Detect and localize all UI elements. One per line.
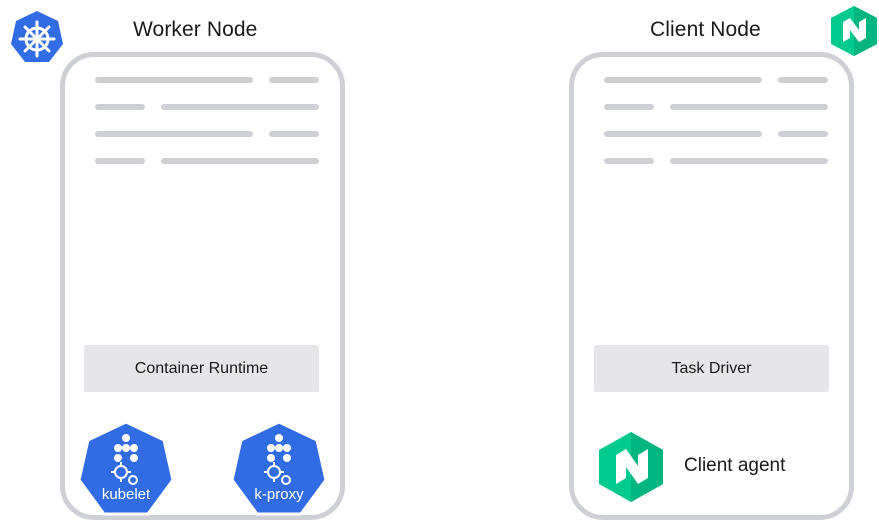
kubernetes-logo-icon (8, 9, 66, 67)
placeholder-line (95, 77, 253, 83)
kubelet-label: kubelet (101, 486, 151, 503)
worker-node-title: Worker Node (133, 18, 258, 41)
nomad-agent-icon (597, 430, 665, 504)
placeholder-line (604, 77, 762, 83)
placeholder-line (670, 104, 828, 110)
kube-proxy-label: k-proxy (254, 486, 304, 503)
placeholder-line (604, 104, 654, 110)
placeholder-line (95, 158, 145, 164)
task-driver-label: Task Driver (671, 359, 752, 377)
placeholder-line (95, 104, 145, 110)
placeholder-line (670, 158, 828, 164)
placeholder-line (778, 77, 828, 83)
client-agent-label: Client agent (684, 455, 786, 476)
placeholder-line (269, 77, 319, 83)
placeholder-line (269, 131, 319, 137)
placeholder-line (161, 104, 319, 110)
placeholder-line (604, 158, 654, 164)
placeholder-line (778, 131, 828, 137)
container-runtime-label: Container Runtime (134, 359, 269, 377)
client-node-title: Client Node (650, 18, 761, 41)
kubelet-icon (75, 420, 177, 520)
placeholder-line (161, 158, 319, 164)
container-runtime-box: Container Runtime (84, 345, 319, 392)
task-driver-box: Task Driver (594, 345, 829, 392)
kube-proxy-icon (228, 420, 330, 520)
placeholder-line (95, 131, 253, 137)
placeholder-line (604, 131, 762, 137)
nomad-logo-icon (829, 4, 879, 56)
